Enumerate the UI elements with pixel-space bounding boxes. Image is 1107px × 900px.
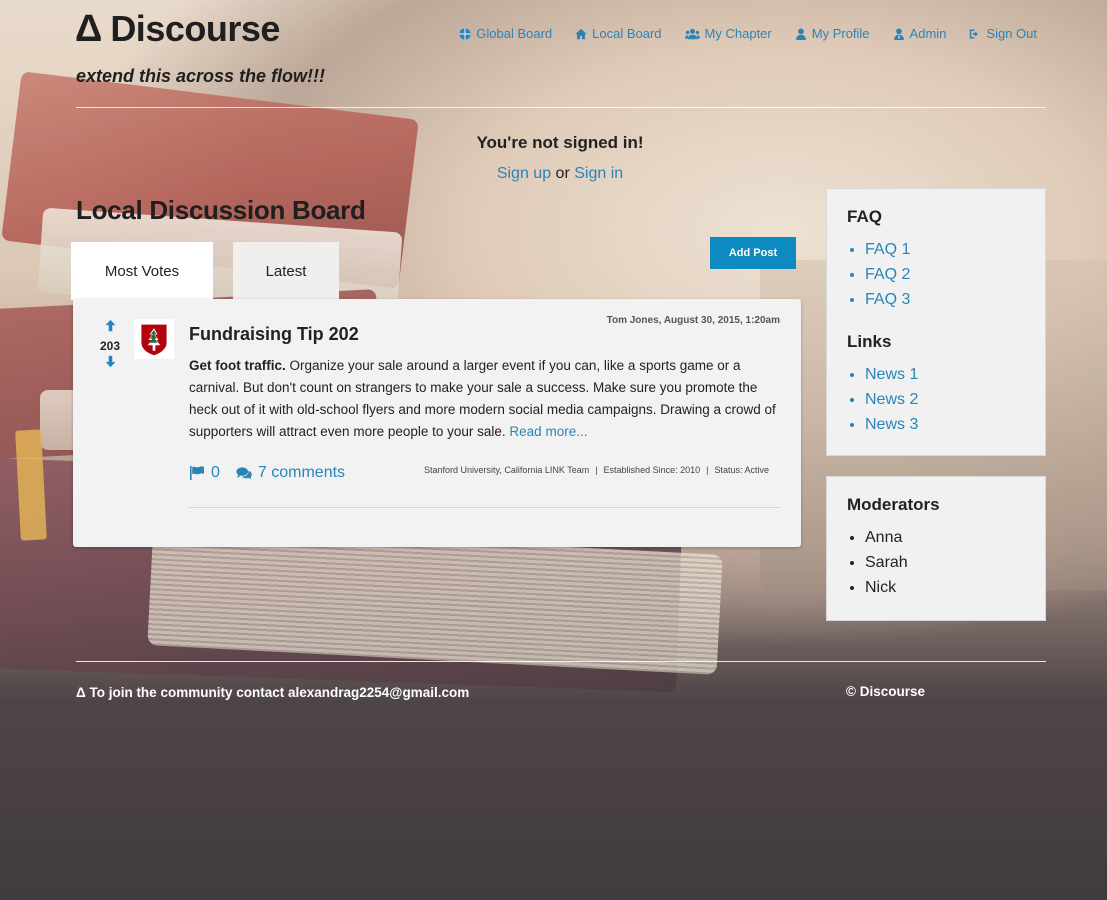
news-link[interactable]: News 1	[865, 366, 918, 383]
read-more-link[interactable]: Read more...	[509, 424, 587, 439]
faq-link[interactable]: FAQ 3	[865, 291, 910, 308]
globe-icon	[459, 27, 471, 40]
upvote-arrow-icon[interactable]	[91, 319, 129, 337]
comments-count: 7 comments	[257, 464, 346, 481]
moderator-item: Sarah	[865, 550, 1025, 575]
list-item: News 2	[865, 387, 1025, 412]
nav-label: Admin	[909, 26, 947, 41]
nav-label: My Chapter	[704, 26, 772, 41]
post-lead: Get foot traffic.	[189, 358, 286, 373]
users-icon	[684, 28, 700, 39]
list-item: FAQ 1	[865, 237, 1025, 262]
sign-in-link[interactable]: Sign in	[574, 165, 623, 182]
sidebar-moderators: Moderators Anna Sarah Nick	[826, 476, 1046, 621]
brand-logo[interactable]: Δ Discourse	[75, 10, 280, 48]
post-team-info: Stanford University, California LINK Tea…	[424, 465, 769, 475]
post-title[interactable]: Fundraising Tip 202	[189, 324, 359, 345]
post-actions: 0 7 comments	[189, 464, 345, 482]
nav-label: Global Board	[476, 26, 553, 41]
post-divider	[189, 507, 781, 508]
links-list: News 1 News 2 News 3	[847, 362, 1025, 437]
nav-sign-out[interactable]: Sign Out	[969, 26, 1037, 41]
nav-label: Sign Out	[986, 26, 1037, 41]
user-icon	[795, 28, 806, 40]
team-name: Stanford University, California LINK Tea…	[423, 465, 590, 475]
tab-most-votes[interactable]: Most Votes	[71, 242, 213, 300]
nav-label: Local Board	[592, 26, 662, 41]
brand-name: Discourse	[110, 8, 280, 49]
news-link[interactable]: News 2	[865, 391, 918, 408]
post-body: Get foot traffic. Organize your sale aro…	[189, 355, 785, 443]
vote-count: 203	[99, 339, 121, 353]
sign-out-icon	[970, 29, 979, 38]
links-heading: Links	[847, 332, 892, 351]
footer-contact: Δ To join the community contact alexandr…	[76, 685, 470, 700]
add-post-button[interactable]: Add Post	[710, 237, 796, 269]
list-item: FAQ 3	[865, 287, 1025, 312]
post-author-date: Tom Jones, August 30, 2015, 1:20am	[606, 315, 780, 326]
nav-my-profile[interactable]: My Profile	[795, 26, 870, 41]
info-separator: |	[706, 465, 709, 475]
moderator-item: Nick	[865, 575, 1025, 600]
admin-user-icon	[893, 28, 904, 40]
moderators-list: Anna Sarah Nick	[847, 525, 1025, 600]
delta-logo-icon: Δ	[75, 8, 103, 50]
list-item: News 3	[865, 412, 1025, 437]
vote-widget: 203	[91, 319, 129, 373]
page-title: Local Discussion Board	[76, 195, 366, 225]
comments-link[interactable]: 7 comments	[236, 464, 345, 482]
stanford-tree-logo-icon	[134, 319, 174, 359]
nav-local-board[interactable]: Local Board	[575, 26, 662, 41]
status-badge: Status: Active	[714, 465, 769, 475]
downvote-arrow-icon[interactable]	[91, 355, 129, 373]
comments-icon	[236, 467, 252, 480]
sign-up-link[interactable]: Sign up	[497, 165, 551, 182]
flag-button[interactable]: 0	[189, 464, 220, 482]
info-separator: |	[595, 465, 598, 475]
faq-list: FAQ 1 FAQ 2 FAQ 3	[847, 237, 1025, 312]
sidebar-faq-links: FAQ FAQ 1 FAQ 2 FAQ 3 Links News 1 News …	[826, 188, 1046, 456]
top-nav: Global Board Local Board My Chapter My P…	[459, 26, 1037, 41]
footer-divider	[76, 661, 1046, 662]
news-link[interactable]: News 3	[865, 416, 918, 433]
moderator-item: Anna	[865, 525, 1025, 550]
or-text: or	[555, 165, 570, 182]
nav-my-chapter[interactable]: My Chapter	[684, 26, 772, 41]
established-date: Established Since: 2010	[603, 465, 701, 475]
faq-link[interactable]: FAQ 2	[865, 266, 910, 283]
tab-latest[interactable]: Latest	[233, 242, 339, 300]
flag-count: 0	[211, 464, 220, 481]
header-divider	[76, 107, 1046, 108]
home-icon	[575, 28, 587, 39]
not-signed-in-notice: You're not signed in!	[476, 133, 644, 152]
footer-copyright: © Discourse	[846, 684, 925, 699]
flag-icon	[190, 466, 204, 480]
faq-heading: FAQ	[847, 207, 882, 226]
list-item: News 1	[865, 362, 1025, 387]
nav-admin[interactable]: Admin	[893, 26, 947, 41]
nav-global-board[interactable]: Global Board	[459, 26, 552, 41]
list-item: FAQ 2	[865, 262, 1025, 287]
sign-in-links: Sign up or Sign in	[380, 165, 740, 183]
faq-link[interactable]: FAQ 1	[865, 241, 910, 258]
post-card: 203 Tom Jones, August 30, 2015, 1:20am F…	[73, 299, 801, 547]
tagline: extend this across the flow!!!	[76, 66, 326, 86]
nav-label: My Profile	[811, 26, 870, 41]
moderators-heading: Moderators	[847, 495, 940, 514]
